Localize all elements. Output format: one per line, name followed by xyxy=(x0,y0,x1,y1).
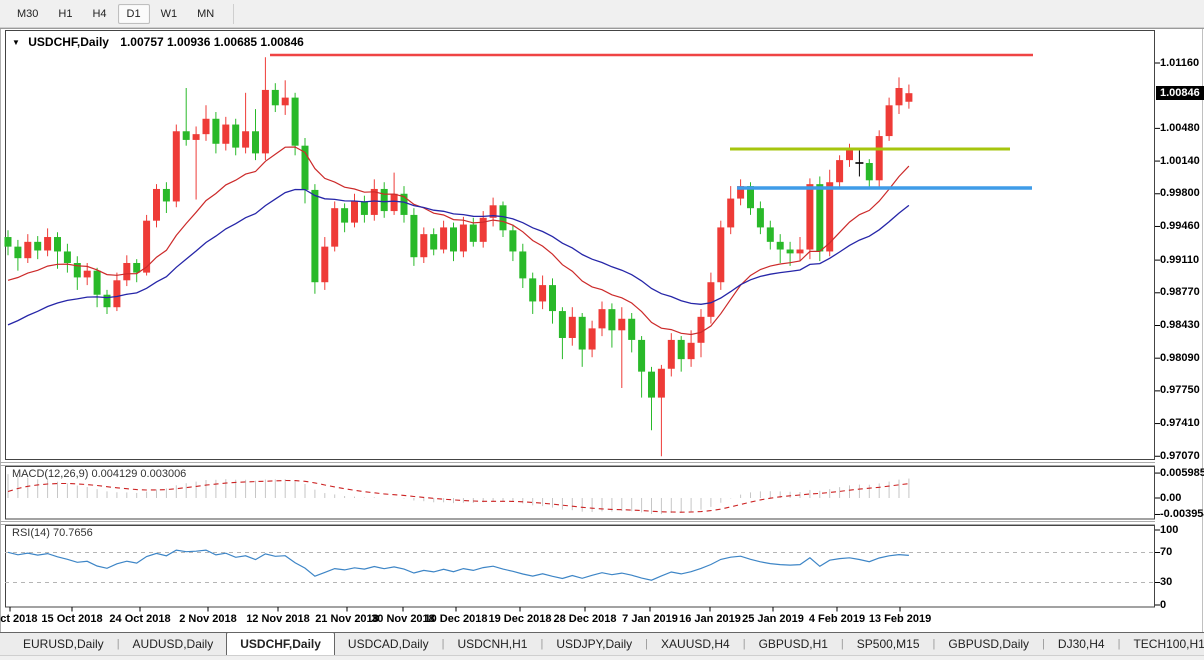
timeframe-button-d1[interactable]: D1 xyxy=(117,3,150,24)
price-axis-label: 1.01160 xyxy=(1160,56,1200,69)
chart-tab-usdcad-daily[interactable]: USDCAD,Daily xyxy=(335,633,442,655)
price-axis-label: 0.98430 xyxy=(1160,319,1200,331)
price-axis-label: 0.97750 xyxy=(1160,384,1200,397)
timeframe-button-h4[interactable]: H4 xyxy=(83,4,115,24)
chart-tab-eurusd-daily[interactable]: EURUSD,Daily xyxy=(10,633,117,655)
chart-ohlc-values: 1.00757 1.00936 1.00685 1.00846 xyxy=(120,35,304,49)
chart-canvas[interactable] xyxy=(0,0,1204,660)
chart-title: ▼ USDCHF,Daily 1.00757 1.00936 1.00685 1… xyxy=(12,35,304,49)
price-axis-label: 0.97070 xyxy=(1160,449,1200,462)
chart-tab-usdjpy-daily[interactable]: USDJPY,Daily xyxy=(543,633,645,655)
chart-tab-xauusd-h4[interactable]: XAUUSD,H4 xyxy=(648,633,743,655)
price-axis-label: 1.00140 xyxy=(1160,154,1200,167)
chart-tab-usdchf-daily[interactable]: USDCHF,Daily xyxy=(226,632,335,655)
rsi-axis-label: 100 xyxy=(1160,523,1179,536)
price-axis-label: 0.97410 xyxy=(1160,417,1200,430)
current-price-tag: 1.00846 xyxy=(1156,86,1204,101)
chart-tab-tech100-h1[interactable]: TECH100,H1 xyxy=(1120,633,1204,655)
price-axis-label: 0.99800 xyxy=(1160,187,1200,200)
chart-tab-audusd-daily[interactable]: AUDUSD,Daily xyxy=(120,633,227,655)
chart-tab-dj30-h4[interactable]: DJ30,H4 xyxy=(1045,633,1118,655)
price-axis-label: 0.99110 xyxy=(1160,253,1200,266)
timeframe-button-h1[interactable]: H1 xyxy=(49,4,81,24)
timeframe-button-mn[interactable]: MN xyxy=(188,4,223,24)
macd-axis-label: -0.003954 xyxy=(1160,508,1204,520)
date-axis-label: 13 Feb 2019 xyxy=(868,613,932,625)
date-axis-label: 12 Nov 2018 xyxy=(246,613,310,625)
terminal-window: M30 H1 H4 D1 W1 MN ▼ USDCHF,Daily 1.00757 1.0… xyxy=(0,0,1204,660)
macd-indicator-label: MACD(12,26,9) 0.004129 0.003006 xyxy=(12,468,187,480)
chart-tab-gbpusd-h1[interactable]: GBPUSD,H1 xyxy=(746,633,841,655)
chart-tab-gbpusd-daily[interactable]: GBPUSD,Daily xyxy=(935,633,1042,655)
price-axis-label: 0.98090 xyxy=(1160,351,1200,364)
timeframe-button-m30[interactable]: M30 xyxy=(8,4,47,24)
rsi-indicator-label: RSI(14) 70.7656 xyxy=(12,527,93,539)
rsi-axis-label: 70 xyxy=(1160,546,1173,558)
price-axis-label: 0.99460 xyxy=(1160,220,1200,232)
timeframe-toolbar: M30 H1 H4 D1 W1 MN xyxy=(0,0,1204,28)
price-axis-label: 1.00480 xyxy=(1160,121,1200,134)
chart-symbol-label: USDCHF,Daily xyxy=(28,35,109,49)
toolbar-separator xyxy=(233,3,235,24)
chart-dropdown-icon: ▼ xyxy=(12,38,20,47)
symbol-tab-bar: EURUSD,Daily | AUDUSD,Daily USDCHF,Daily USD… xyxy=(0,632,1204,655)
price-axis-label: 0.98770 xyxy=(1160,286,1200,299)
date-axis-label: 2 Nov 2018 xyxy=(179,613,237,625)
chart-tab-usdcnh-h1[interactable]: USDCNH,H1 xyxy=(444,633,540,655)
timeframe-button-w1[interactable]: W1 xyxy=(152,4,187,24)
chart-tab-sp500-m15[interactable]: SP500,M15 xyxy=(844,633,933,655)
rsi-axis-label: 0 xyxy=(1160,598,1167,611)
rsi-axis-label: 30 xyxy=(1160,576,1173,588)
status-strip xyxy=(0,655,1204,660)
macd-axis-label: 0.005985 xyxy=(1160,466,1204,479)
macd-axis-label: 0.00 xyxy=(1160,491,1182,504)
